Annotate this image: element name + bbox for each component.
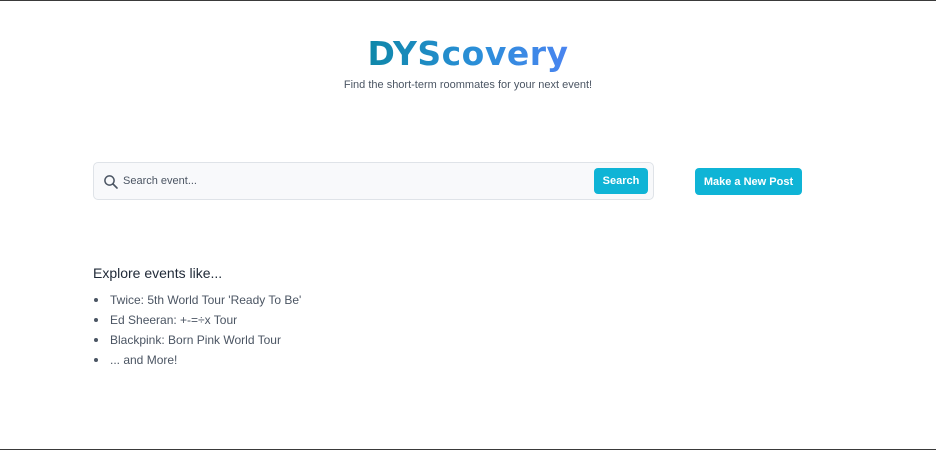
search-icon (103, 174, 119, 190)
event-label: ... and More! (110, 353, 178, 367)
event-label: Twice: 5th World Tour 'Ready To Be' (110, 293, 302, 307)
list-item: Twice: 5th World Tour 'Ready To Be' (93, 290, 493, 310)
explore-title: Explore events like... (93, 265, 223, 281)
event-label: Blackpink: Born Pink World Tour (110, 333, 281, 347)
explore-section: Explore events like... Twice: 5th World … (93, 264, 493, 370)
top-border (0, 0, 936, 1)
list-item: Ed Sheeran: +-=÷x Tour (93, 310, 493, 330)
search-button[interactable]: Search (594, 168, 648, 194)
logo: DYScovery (367, 30, 568, 78)
bullet-icon (94, 298, 98, 302)
bullet-icon (94, 358, 98, 362)
search-input[interactable] (123, 168, 583, 194)
list-item: ... and More! (93, 350, 493, 370)
list-item: Blackpink: Born Pink World Tour (93, 330, 493, 350)
search-bar: Search (93, 162, 654, 200)
event-label: Ed Sheeran: +-=÷x Tour (110, 313, 238, 327)
bullet-icon (94, 338, 98, 342)
header: DYScovery Find the short-term roommates … (0, 30, 936, 91)
make-new-post-button[interactable]: Make a New Post (695, 168, 802, 195)
explore-list: Twice: 5th World Tour 'Ready To Be' Ed S… (93, 290, 493, 370)
bullet-icon (94, 318, 98, 322)
tagline: Find the short-term roommates for your n… (343, 79, 593, 91)
